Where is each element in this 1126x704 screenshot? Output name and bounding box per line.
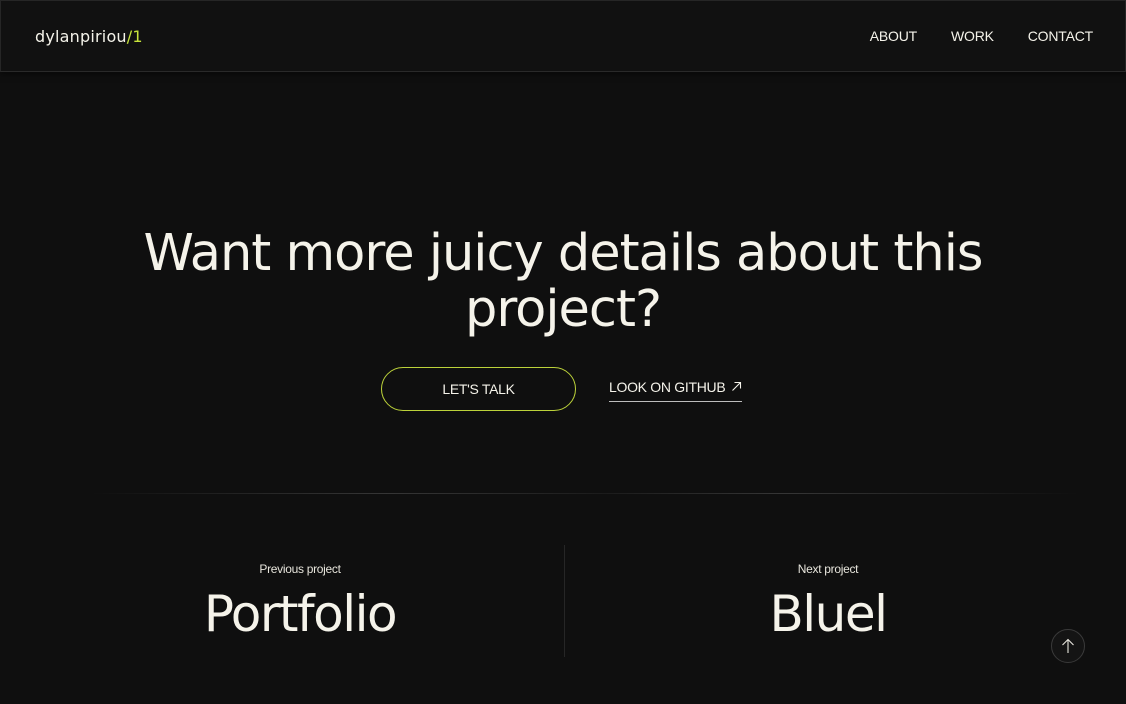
brand-accent: /1 [126,27,143,46]
site-header: dylanpiriou/1 ABOUT WORK CONTACT [0,0,1126,72]
previous-project-label: Previous project [259,562,341,576]
cta-headline: Want more juicy details about this proje… [0,226,1126,338]
github-link-label: LOOK ON GITHUB [609,379,726,395]
headline-line-2: project? [464,280,662,339]
brand-logo[interactable]: dylanpiriou/1 [35,27,143,46]
brand-name: dylanpiriou [35,27,127,46]
lets-talk-label: LET'S TALK [442,381,515,397]
page: dylanpiriou/1 ABOUT WORK CONTACT Want mo… [0,0,1126,704]
next-project-link[interactable]: Next project Bluel [548,562,1108,642]
next-project-label: Next project [797,562,859,576]
next-project-title: Bluel [769,585,888,643]
previous-project-title: Portfolio [203,585,398,643]
github-link[interactable]: LOOK ON GITHUB [609,379,743,402]
section-divider [90,493,1080,494]
headline-line-1: Want more juicy details about this [143,224,984,283]
previous-project-link[interactable]: Previous project Portfolio [20,562,580,642]
arrow-up-right-icon [732,381,742,391]
nav-contact-link[interactable]: CONTACT [1028,28,1093,44]
nav-about-link[interactable]: ABOUT [870,28,917,44]
main-nav: ABOUT WORK CONTACT [870,28,1093,44]
lets-talk-button[interactable]: LET'S TALK [381,367,576,411]
back-to-top-button[interactable] [1051,629,1085,663]
arrow-up-icon [1062,638,1074,653]
nav-work-link[interactable]: WORK [951,28,994,44]
